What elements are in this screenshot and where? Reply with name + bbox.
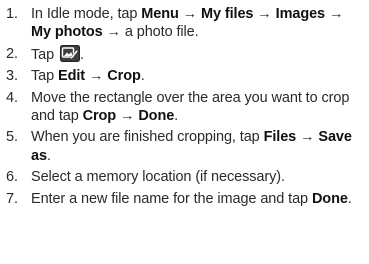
step-number: 6. [6,169,18,186]
step-text-segment: Tap [31,68,59,85]
step-number: 2. [6,45,18,62]
edit-photo-icon [60,44,81,62]
step-text-segment: → [116,108,139,125]
step-text-segment: Move the rectangle over the area you wan… [31,89,350,125]
ui-term: Edit [58,68,86,85]
ui-term: Menu [141,6,179,22]
ui-term: Done [311,190,348,207]
step-item: 5. When you are finished cropping, tap Fi… [0,128,369,165]
step-text-segment: → [325,6,344,22]
step-text: Tap . [31,44,84,63]
step-number: 4. [6,89,18,106]
step-text-segment: → [296,129,319,146]
step-text-segment: . [174,108,179,125]
step-text-segment: When you are finished cropping, tap [31,129,264,146]
step-number: 1. [6,6,18,22]
ui-term: My photos [31,24,103,41]
step-text: Tap Edit → Crop. [31,68,145,84]
step-number: 5. [6,129,18,146]
step-text: Select a memory location (if necessary). [31,169,285,185]
step-item: 3. Tap Edit → Crop. [0,67,369,85]
step-text-segment: Tap [31,46,59,63]
step-text: Enter a new file name for the image and … [31,191,352,207]
step-text: When you are finished cropping, tap File… [31,129,352,163]
step-text-segment: → [85,68,108,85]
ui-term: Images [275,6,326,22]
step-number: 3. [6,68,18,85]
ui-term: Crop [107,68,141,85]
ui-term: Done [138,108,175,125]
step-text: Move the rectangle over the area you wan… [31,90,349,124]
step-text-segment: . [80,46,84,63]
ui-term: Files [263,129,297,146]
step-item: 4. Move the rectangle over the area you w… [0,89,369,126]
step-list: 1. In Idle mode, tap Menu → My files → Im… [0,5,369,208]
step-text-segment: Select a memory location (if necessary). [31,169,285,186]
step-text-segment: . [140,68,145,85]
step-item: 6. Select a memory location (if necessary… [0,168,369,186]
step-text-segment: → [253,6,276,22]
instruction-document: 1. In Idle mode, tap Menu → My files → Im… [0,0,369,264]
step-text-segment: → [178,6,201,22]
step-text-segment: . [347,190,352,207]
ui-term: My files [200,6,254,22]
step-text-segment: In Idle mode, tap [31,6,142,22]
step-item: 1. In Idle mode, tap Menu → My files → Im… [0,5,369,42]
step-text-segment: → a photo file. [102,24,199,41]
step-text-segment: . [46,147,51,164]
step-item: 2. Tap . [0,44,369,64]
ui-term: Crop [82,108,117,125]
step-text-segment: Enter a new file name for the image and … [31,190,312,207]
step-item: 7. Enter a new file name for the image an… [0,190,369,208]
step-text: In Idle mode, tap Menu → My files → Imag… [31,6,343,40]
step-number: 7. [6,190,18,207]
